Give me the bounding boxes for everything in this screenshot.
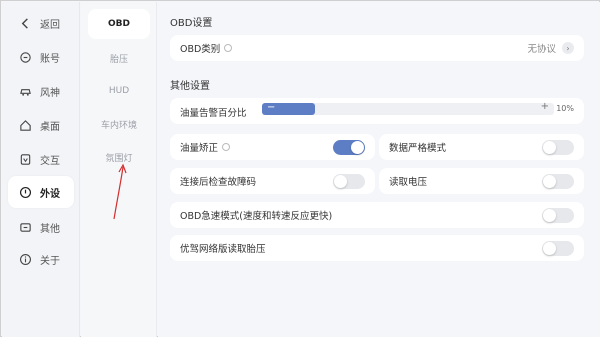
plus-icon[interactable]: + [541,101,549,112]
check-fault-label: 连接后检查故障码 [180,177,257,188]
info-icon [222,143,231,151]
obd-type-row[interactable]: OBD类别 无协议 › [170,35,584,61]
tab-label: OBD [108,19,130,29]
peripheral-icon [18,185,32,199]
fuel-alert-value: 10% [556,104,574,113]
sidebar-item-other[interactable]: 其他 [8,212,74,242]
sidebar-item-label: 关于 [40,255,60,267]
sidebar-item-peripheral[interactable]: 外设 [8,176,74,208]
app-window: 返回 账号 风神 桌面 交互 外设 其他 关于 OBD 胎压 HUD 车内环境 … [0,0,600,337]
check-fault-row: 连接后检查故障码 [170,168,375,194]
tab-label: 胎压 [109,54,128,65]
obd-fast-mode-row: OBD急速模式(速度和转速反应更快) [170,202,584,228]
obd-type-label: OBD类别 [180,44,221,55]
minus-icon[interactable]: − [267,102,275,113]
sidebar-item-label: 外设 [40,188,60,200]
sidebar-item-interaction[interactable]: 交互 [8,144,74,174]
sidebar: 返回 账号 风神 桌面 交互 外设 其他 关于 [2,2,80,337]
read-voltage-toggle[interactable] [542,173,574,189]
strict-data-toggle[interactable] [542,139,574,155]
info-icon [18,252,32,266]
sidebar-item-label: 其他 [40,223,60,235]
read-tire-pressure-label: 优驾网络版读取胎压 [180,244,266,255]
sidebar-item-desktop[interactable]: 桌面 [8,110,74,140]
info-icon [224,44,233,52]
sidebar-item-label: 账号 [40,53,60,65]
tab-hud[interactable]: HUD [88,76,150,106]
sidebar-item-label: 桌面 [40,121,60,133]
read-voltage-row: 读取电压 [379,168,584,194]
tab-label: HUD [108,86,130,96]
read-tire-pressure-row: 优驾网络版读取胎压 [170,235,584,261]
read-tire-pressure-toggle[interactable] [542,240,574,256]
tab-cabin-environment[interactable]: 车内环境 [88,109,150,139]
sidebar-item-fengshen[interactable]: 风神 [8,76,74,106]
strict-data-label: 数据严格模式 [389,143,447,154]
sidebar-item-about[interactable]: 关于 [8,244,74,274]
tab-label: 车内环境 [100,120,137,131]
sidebar-item-back[interactable]: 返回 [8,8,74,38]
annotation-arrow [113,163,127,220]
interaction-icon [18,152,32,166]
fuel-alert-label: 油量告警百分比 [180,108,247,119]
section-title-obd: OBD设置 [170,18,213,29]
account-icon [18,50,32,64]
tab-tire-pressure[interactable]: 胎压 [88,43,150,73]
sidebar-item-account[interactable]: 账号 [8,42,74,72]
car-icon [18,84,32,98]
check-fault-toggle[interactable] [333,173,365,189]
obd-fast-mode-toggle[interactable] [542,207,574,223]
tab-obd[interactable]: OBD [88,9,150,39]
fuel-alert-row: 油量告警百分比 − + 10% [170,98,584,124]
sidebar-item-label: 风神 [40,87,60,99]
fuel-correction-label: 油量矫正 [180,143,219,154]
read-voltage-label: 读取电压 [389,177,428,188]
section-title-other: 其他设置 [170,81,210,92]
main-panel: OBD设置 OBD类别 无协议 › 其他设置 油量告警百分比 − + 10% 油… [158,2,600,337]
obd-type-value: 无协议 [527,44,556,55]
chevron-right-icon: › [562,42,574,54]
sidebar-item-label: 返回 [40,19,60,31]
fuel-correction-row: 油量矫正 [170,134,375,160]
other-icon [18,220,32,234]
fuel-alert-slider[interactable]: − + [262,101,554,115]
home-icon [18,118,32,132]
obd-fast-mode-label: OBD急速模式(速度和转速反应更快) [180,211,333,222]
back-icon [18,16,32,30]
strict-data-row: 数据严格模式 [379,134,584,160]
fuel-correction-toggle[interactable] [333,139,365,155]
sidebar-item-label: 交互 [40,155,60,167]
